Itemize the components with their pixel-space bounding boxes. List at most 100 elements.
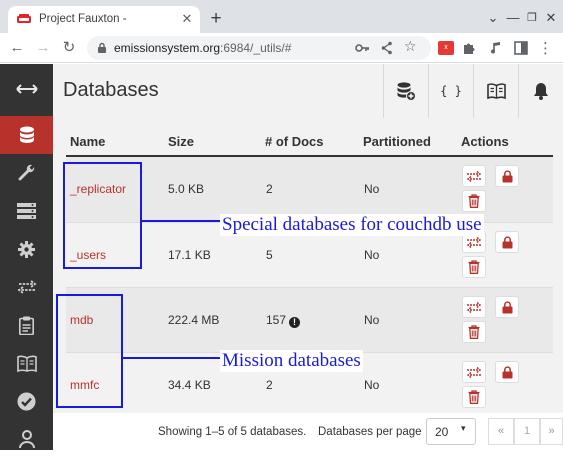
check-circle-icon — [17, 392, 36, 410]
tab-title: Project Fauxton - — [39, 13, 127, 25]
column-header-name[interactable]: Name — [70, 134, 105, 149]
url-host: emissionsystem.org — [114, 41, 221, 55]
share-icon[interactable] — [381, 41, 393, 55]
delete-database-button[interactable] — [462, 386, 486, 408]
key-icon[interactable] — [355, 41, 370, 55]
lock-icon — [502, 300, 512, 313]
table-row: mdb 222.4 MB 157! No — [66, 288, 553, 353]
url-text: emissionsystem.org:6984/_utils/# — [114, 41, 291, 55]
address-bar[interactable]: emissionsystem.org:6984/_utils/# ☆ — [87, 36, 431, 60]
chevron-down-icon: ▾ — [461, 423, 466, 433]
bookmark-star-icon[interactable]: ☆ — [404, 38, 417, 55]
gear-icon — [18, 240, 35, 258]
sidebar-item-verify[interactable] — [0, 382, 53, 420]
server-icon — [17, 203, 36, 219]
new-tab-button[interactable]: + — [205, 8, 227, 30]
column-header-partitioned[interactable]: Partitioned — [363, 134, 431, 149]
docs-book-icon — [486, 83, 506, 99]
permissions-button[interactable] — [495, 231, 519, 253]
database-partitioned: No — [364, 313, 380, 327]
replicate-icon — [466, 301, 482, 313]
replicate-icon — [466, 366, 482, 378]
replicate-button[interactable] — [462, 296, 486, 318]
database-doc-count: 2 — [266, 378, 273, 392]
permissions-button[interactable] — [495, 165, 519, 187]
delete-database-button[interactable] — [462, 321, 486, 343]
database-icon — [19, 126, 34, 143]
per-page-value: 20 — [435, 425, 449, 439]
database-size: 5.0 KB — [168, 182, 205, 196]
lock-icon[interactable] — [97, 42, 107, 54]
lock-icon — [502, 235, 512, 248]
sidebar-item-toggle[interactable] — [0, 70, 53, 108]
browser-toolbar: ← → ↻ emissionsystem.org:6984/_utils/# ☆… — [0, 33, 563, 63]
delete-database-button[interactable] — [462, 190, 486, 212]
extensions-puzzle-icon[interactable] — [462, 41, 476, 55]
couchdb-favicon-icon — [17, 14, 31, 23]
annotation-box-special — [63, 162, 142, 269]
annotation-label-mission: Mission databases — [220, 350, 363, 372]
user-icon — [18, 430, 35, 449]
annotation-connector-mission — [123, 357, 220, 359]
json-icon: { } — [440, 84, 462, 98]
close-tab-icon[interactable]: ✕ — [178, 10, 196, 28]
replicate-button[interactable] — [462, 165, 486, 187]
window-close-icon[interactable]: ✕ — [541, 8, 561, 28]
database-doc-count: 157 — [266, 313, 287, 327]
create-database-icon — [397, 82, 416, 101]
replicate-button[interactable] — [462, 361, 486, 383]
replication-icon — [17, 280, 36, 294]
column-header-docs[interactable]: # of Docs — [265, 134, 324, 149]
database-doc-count: 2 — [266, 182, 273, 196]
trash-icon — [468, 194, 480, 208]
reload-icon[interactable]: ↻ — [58, 37, 80, 59]
permissions-button[interactable] — [495, 361, 519, 383]
browser-tab-strip: Project Fauxton - ✕ + ⌄ — ❐ ✕ — [0, 0, 563, 33]
column-header-actions: Actions — [461, 134, 509, 149]
trash-icon — [468, 390, 480, 404]
per-page-select[interactable]: 20 ▾ — [426, 418, 476, 445]
sidebar-item-user[interactable] — [0, 420, 53, 458]
exclamation-circle-icon[interactable]: ! — [289, 317, 301, 328]
database-partitioned: No — [364, 378, 380, 392]
column-header-size[interactable]: Size — [168, 134, 194, 149]
database-partitioned: No — [364, 248, 380, 262]
permissions-button[interactable] — [495, 296, 519, 318]
sidebar-item-databases[interactable] — [0, 116, 53, 154]
trash-icon — [468, 260, 480, 274]
docs-button[interactable] — [473, 64, 518, 118]
sidebar-item-config[interactable] — [0, 230, 53, 268]
database-doc-count: 5 — [266, 248, 273, 262]
per-page-label: Databases per page — [318, 426, 422, 438]
page-header: Databases { } — [53, 64, 563, 118]
create-database-button[interactable] — [383, 64, 428, 118]
sidebar-item-setup[interactable] — [0, 154, 53, 192]
maximize-icon[interactable]: ❐ — [522, 8, 542, 28]
previous-page-button[interactable]: « — [488, 418, 514, 445]
notifications-button[interactable] — [518, 64, 563, 118]
lock-icon — [502, 169, 512, 182]
sidebar-item-active-tasks[interactable] — [0, 192, 53, 230]
side-panel-icon[interactable] — [514, 41, 528, 55]
next-page-button[interactable]: » — [540, 418, 563, 445]
annotation-label-special: Special databases for couchdb use — [220, 214, 484, 236]
page-number-button[interactable]: 1 — [514, 418, 540, 445]
page-title: Databases — [63, 79, 159, 101]
tab-search-chevron-icon[interactable]: ⌄ — [483, 8, 503, 28]
back-arrow-icon[interactable]: ← — [6, 37, 28, 59]
clipboard-icon — [19, 316, 34, 335]
notification-bell-icon — [534, 83, 548, 100]
browser-menu-icon[interactable]: ⋮ — [538, 39, 553, 57]
minimize-icon[interactable]: — — [503, 8, 523, 28]
forward-arrow-icon[interactable]: → — [32, 37, 54, 59]
browser-tab[interactable]: Project Fauxton - ✕ — [8, 6, 200, 33]
replicate-icon — [466, 236, 482, 248]
sidebar-item-documentation[interactable] — [0, 306, 53, 344]
database-doc-count-cell: 157! — [266, 313, 301, 328]
extension-badge-icon[interactable]: x — [438, 41, 454, 55]
sidebar-item-docs[interactable] — [0, 344, 53, 382]
media-control-icon[interactable] — [490, 41, 502, 55]
sidebar-item-replication[interactable] — [0, 268, 53, 306]
json-view-button[interactable]: { } — [428, 64, 473, 118]
delete-database-button[interactable] — [462, 256, 486, 278]
